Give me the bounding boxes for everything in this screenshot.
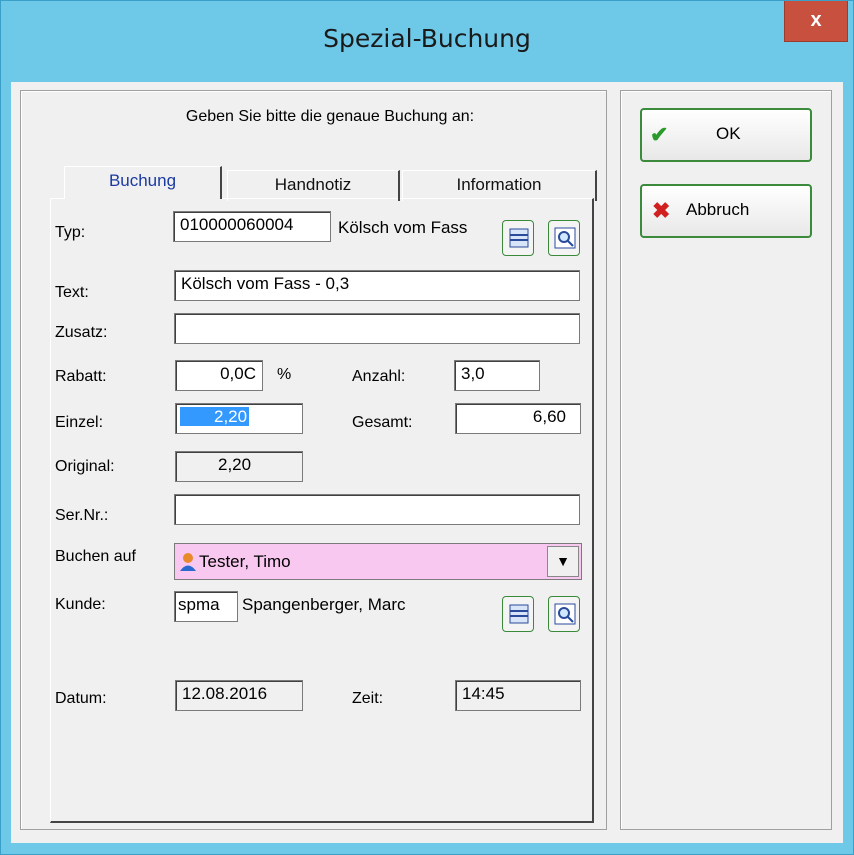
datum-label: Datum:	[55, 690, 107, 707]
red-x-icon: ✖	[652, 198, 671, 223]
typ-name-text: Kölsch vom Fass	[338, 218, 468, 237]
buchen-auf-label: Buchen auf	[55, 548, 136, 565]
sernr-label: Ser.Nr.:	[55, 507, 109, 524]
ok-button[interactable]: ✔ OK	[640, 108, 812, 162]
list-icon	[509, 604, 529, 624]
datum-field: 12.08.2016	[175, 680, 303, 711]
kunde-list-button[interactable]	[502, 596, 534, 632]
gesamt-field[interactable]: 6,60	[455, 403, 581, 434]
rabatt-label: Rabatt:	[55, 368, 107, 385]
kunde-name-text: Spangenberger, Marc	[242, 595, 406, 614]
typ-list-button[interactable]	[502, 220, 534, 256]
typ-search-button[interactable]	[548, 220, 580, 256]
checkmark-icon: ✔	[650, 122, 669, 147]
original-label: Original:	[55, 458, 115, 475]
window-title: Spezial-Buchung	[323, 24, 531, 53]
abbruch-label: Abbruch	[686, 200, 750, 219]
search-icon	[554, 603, 576, 625]
text-label: Text:	[55, 284, 89, 301]
typ-code-field[interactable]: 010000060004	[173, 211, 331, 242]
einzel-label: Einzel:	[55, 414, 104, 431]
kunde-search-button[interactable]	[548, 596, 580, 632]
kunde-label: Kunde:	[55, 596, 106, 613]
text-field[interactable]: Kölsch vom Fass - 0,3	[174, 270, 580, 301]
zeit-label: Zeit:	[352, 690, 384, 707]
zeit-field: 14:45	[455, 680, 581, 711]
dropdown-arrow-icon[interactable]: ▼	[547, 546, 579, 577]
typ-label: Typ:	[55, 224, 86, 241]
einzel-field[interactable]: 2,20	[175, 403, 303, 434]
search-icon	[554, 227, 576, 249]
user-icon	[180, 553, 196, 571]
sernr-field[interactable]	[174, 494, 580, 525]
rabatt-unit: %	[277, 366, 292, 383]
title-bar: Spezial-Buchung x	[1, 1, 853, 83]
rabatt-field[interactable]: 0,0C	[175, 360, 263, 391]
ok-label: OK	[716, 124, 741, 143]
buchen-auf-value: Tester, Timo	[199, 552, 291, 571]
tab-information[interactable]: Information	[402, 170, 597, 201]
kunde-code-field[interactable]: spma	[174, 591, 238, 622]
original-field: 2,20	[175, 451, 303, 482]
close-button[interactable]: x	[784, 1, 848, 42]
list-icon	[509, 228, 529, 248]
tab-handnotiz[interactable]: Handnotiz	[227, 170, 400, 201]
tab-buchung[interactable]: Buchung	[64, 166, 222, 199]
anzahl-label: Anzahl:	[352, 368, 406, 385]
anzahl-field[interactable]: 3,0	[454, 360, 540, 391]
gesamt-label: Gesamt:	[352, 414, 413, 431]
zusatz-field[interactable]	[174, 313, 580, 344]
abbruch-button[interactable]: ✖ Abbruch	[640, 184, 812, 238]
buchen-auf-combobox[interactable]: Tester, Timo ▼	[174, 543, 582, 580]
zusatz-label: Zusatz:	[55, 324, 108, 341]
instruction-text: Geben Sie bitte die genaue Buchung an:	[185, 108, 475, 125]
einzel-selected-value: 2,20	[180, 407, 250, 426]
